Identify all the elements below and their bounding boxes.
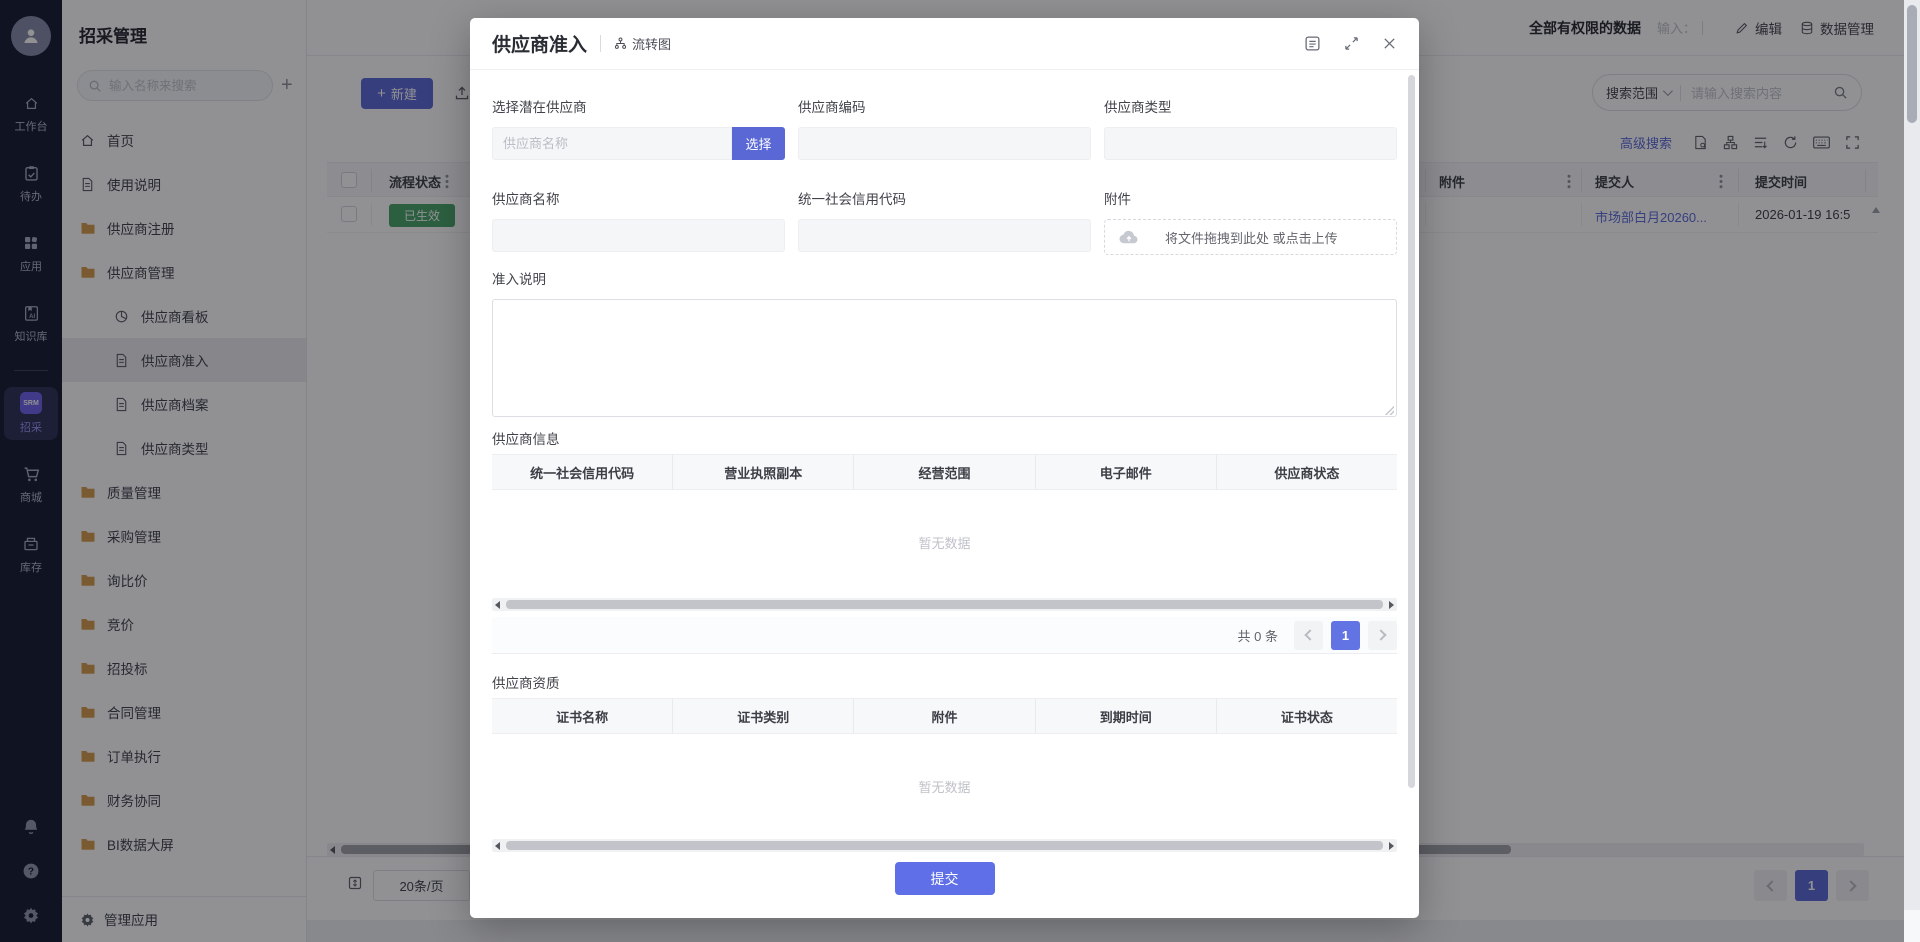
column-header: 经营范围	[854, 455, 1035, 489]
current-page-button[interactable]: 1	[1331, 621, 1360, 650]
supplier-info-pagination: 共 0 条 1	[492, 617, 1397, 654]
prev-page-button[interactable]	[1294, 621, 1323, 650]
field-label: 附件	[1104, 188, 1397, 208]
modal-title: 供应商准入	[492, 30, 587, 57]
field-supplier-type: 供应商类型	[1104, 96, 1397, 160]
cloud-upload-icon	[1119, 230, 1139, 244]
form-row-1: 选择潜在供应商 选择 供应商编码 供应商类型	[492, 96, 1397, 160]
sitemap-icon	[614, 37, 627, 50]
scroll-right-icon[interactable]	[1389, 601, 1394, 609]
column-header: 供应商状态	[1217, 455, 1397, 489]
chevron-right-icon	[1375, 629, 1386, 640]
supplier-qualification-horizontal-scrollbar[interactable]	[492, 839, 1397, 852]
column-header: 附件	[854, 699, 1035, 733]
total-count-label: 共 0 条	[1238, 626, 1278, 645]
column-header: 证书状态	[1217, 699, 1397, 733]
field-label: 准入说明	[492, 268, 1397, 288]
field-label: 供应商名称	[492, 188, 785, 208]
flow-chart-link[interactable]: 流转图	[614, 34, 671, 53]
scroll-right-icon[interactable]	[1389, 842, 1394, 850]
supplier-info-table: 统一社会信用代码营业执照副本经营范围电子邮件供应商状态 暂无数据	[492, 454, 1397, 595]
scroll-left-icon[interactable]	[495, 601, 500, 609]
supplier-code-input[interactable]	[798, 127, 1091, 160]
supplier-name-input[interactable]	[492, 219, 785, 252]
supplier-info-empty-state: 暂无数据	[492, 490, 1397, 595]
close-icon[interactable]	[1382, 36, 1397, 51]
field-label: 统一社会信用代码	[798, 188, 1091, 208]
column-header: 电子邮件	[1036, 455, 1217, 489]
form-detail-icon[interactable]	[1304, 35, 1321, 52]
page-scrollbar-thumb[interactable]	[1907, 5, 1917, 123]
access-note-textarea[interactable]	[492, 299, 1397, 417]
field-label: 选择潜在供应商	[492, 96, 785, 116]
supplier-qualification-empty-state: 暂无数据	[492, 734, 1397, 838]
modal-header-actions	[1304, 35, 1397, 52]
supplier-qualification-table-header: 证书名称证书类别附件到期时间证书状态	[492, 698, 1397, 734]
title-divider	[600, 35, 601, 52]
supplier-info-table-header: 统一社会信用代码营业执照副本经营范围电子邮件供应商状态	[492, 454, 1397, 490]
supplier-type-input[interactable]	[1104, 127, 1397, 160]
section-title-supplier-qualification: 供应商资质	[492, 672, 560, 692]
field-supplier-name: 供应商名称	[492, 188, 785, 255]
next-page-button[interactable]	[1368, 621, 1397, 650]
modal-scrollbar-thumb[interactable]	[1408, 75, 1415, 788]
field-potential-supplier: 选择潜在供应商 选择	[492, 96, 785, 160]
credit-code-input[interactable]	[798, 219, 1091, 252]
application-root: 工作台待办应用AI知识库SRM招采商城库存 ? 招采管理 + 首页使用说明供应商…	[0, 0, 1920, 942]
field-attachment: 附件 将文件拖拽到此处 或点击上传	[1104, 188, 1397, 255]
field-access-note: 准入说明	[492, 268, 1397, 417]
scrollbar-corner	[1904, 910, 1920, 942]
field-credit-code: 统一社会信用代码	[798, 188, 1091, 255]
supplier-qualification-table: 证书名称证书类别附件到期时间证书状态 暂无数据	[492, 698, 1397, 838]
upload-hint-text: 将文件拖拽到此处 或点击上传	[1165, 228, 1338, 247]
potential-supplier-input[interactable]	[492, 127, 732, 160]
modal-body: 选择潜在供应商 选择 供应商编码 供应商类型 供应商名称	[470, 70, 1419, 918]
modal-header: 供应商准入 流转图	[470, 18, 1419, 70]
scrollbar-thumb[interactable]	[506, 600, 1383, 609]
field-label: 供应商编码	[798, 96, 1091, 116]
form-row-2: 供应商名称 统一社会信用代码 附件 将文件拖拽到此处 或点击上传	[492, 188, 1397, 255]
field-supplier-code: 供应商编码	[798, 96, 1091, 160]
page-scrollbar[interactable]	[1904, 0, 1920, 942]
supplier-info-horizontal-scrollbar[interactable]	[492, 598, 1397, 611]
scroll-left-icon[interactable]	[495, 842, 500, 850]
column-header: 统一社会信用代码	[492, 455, 673, 489]
column-header: 证书名称	[492, 699, 673, 733]
supplier-access-modal: 供应商准入 流转图 选择潜在供应商 选择	[470, 18, 1419, 918]
select-supplier-button[interactable]: 选择	[732, 127, 785, 160]
scrollbar-thumb[interactable]	[506, 841, 1383, 850]
submit-button[interactable]: 提交	[895, 862, 995, 895]
column-header: 到期时间	[1036, 699, 1217, 733]
chevron-left-icon	[1304, 629, 1315, 640]
expand-icon[interactable]	[1344, 36, 1359, 51]
field-label: 供应商类型	[1104, 96, 1397, 116]
column-header: 营业执照副本	[673, 455, 854, 489]
column-header: 证书类别	[673, 699, 854, 733]
section-title-supplier-info: 供应商信息	[492, 428, 560, 448]
file-upload-dropzone[interactable]: 将文件拖拽到此处 或点击上传	[1104, 219, 1397, 255]
